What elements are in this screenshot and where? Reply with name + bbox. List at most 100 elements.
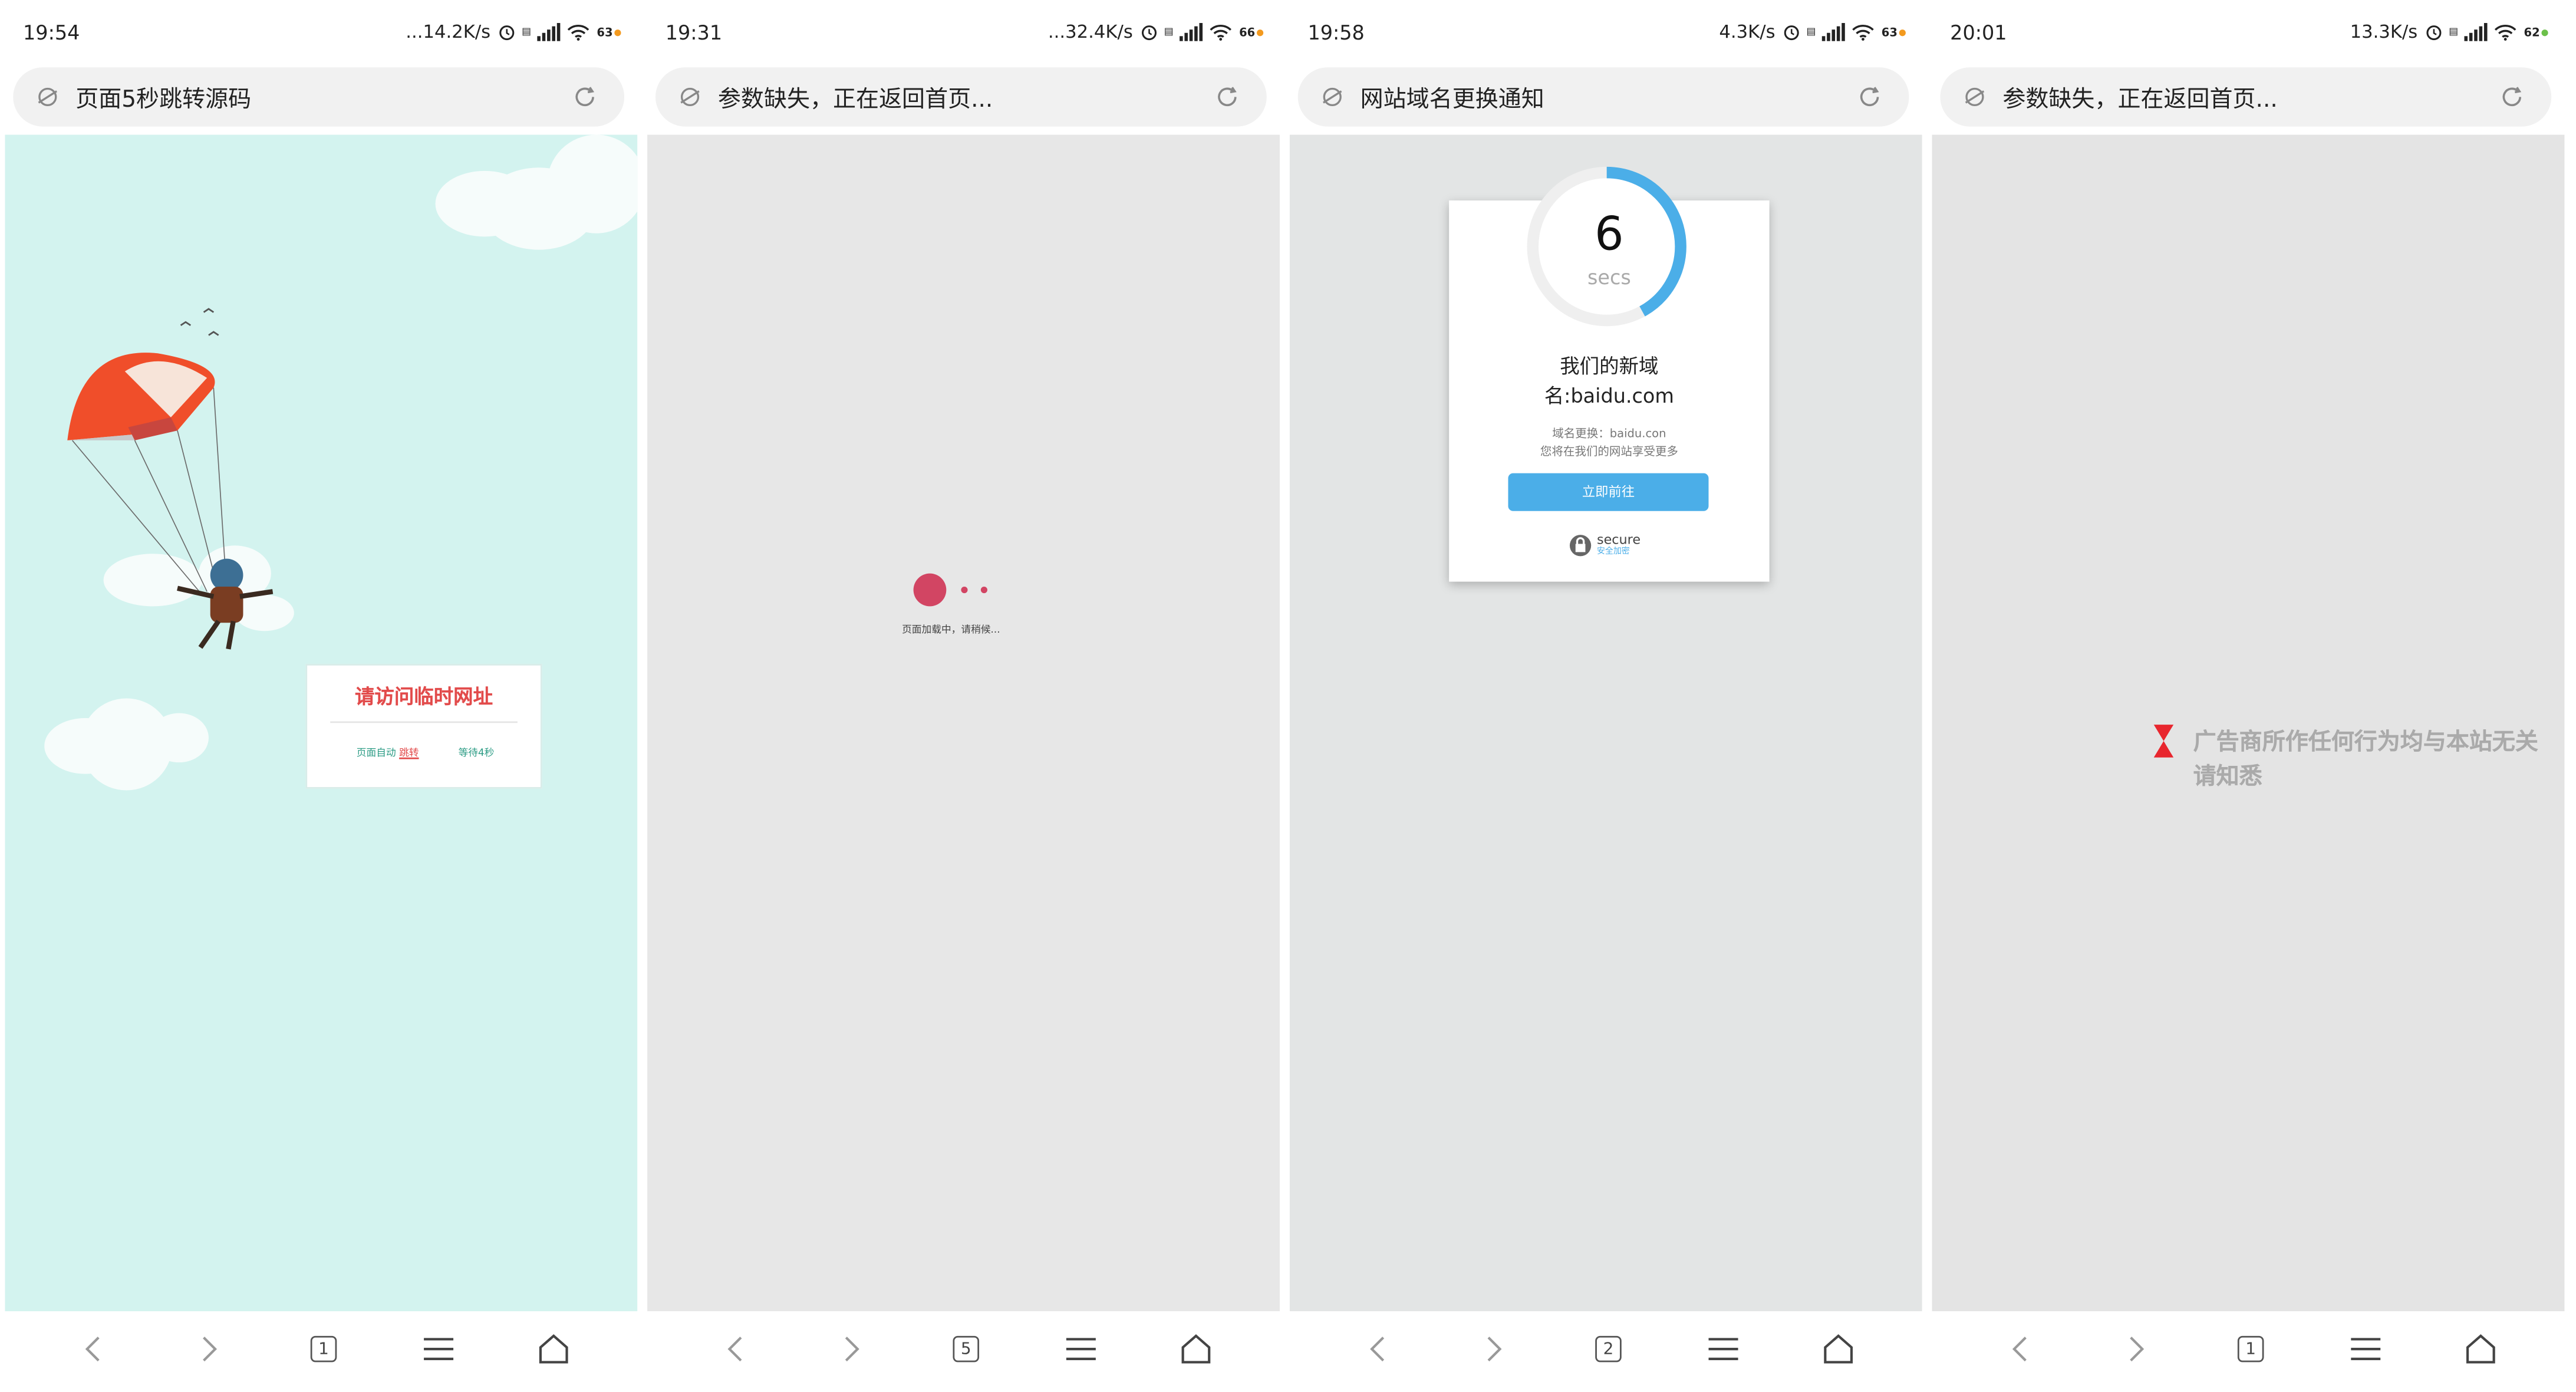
loading-text: 页面加载中，请稍候... <box>902 624 1000 636</box>
address-text: 页面5秒跳转源码 <box>75 87 252 114</box>
tabs-button[interactable]: 5 <box>945 1328 987 1370</box>
battery-icon: 66 <box>1239 25 1264 39</box>
auto-text: 页面自动 <box>356 748 396 759</box>
tabs-icon: 5 <box>953 1335 980 1363</box>
refresh-icon[interactable] <box>2499 84 2525 110</box>
status-bar: 19:54 ...14.2K/s ▤ 63 <box>0 0 637 65</box>
page-content: 6 secs 我们的新域 名:baidu.com 域名更换：baidu.con … <box>1289 134 1922 1312</box>
address-bar[interactable]: 参数缺失，正在返回首页... <box>1940 67 2552 127</box>
ad-disclaimer-line1: 广告商所作任何行为均与本站无关 <box>2193 729 2538 756</box>
tabs-button[interactable]: 1 <box>2229 1328 2272 1370</box>
signal-icon <box>2465 23 2488 41</box>
battery-level: 66 <box>1239 25 1256 39</box>
menu-button[interactable] <box>1702 1328 1744 1370</box>
alarm-icon <box>2426 25 2441 41</box>
home-button[interactable] <box>532 1328 575 1370</box>
bottom-nav: 5 <box>642 1311 1280 1392</box>
wait-text: 等待4秒 <box>458 748 495 759</box>
status-icons: ...14.2K/s ▤ 63 <box>406 21 621 42</box>
secure-badge: secure 安全加密 <box>1569 533 1641 557</box>
back-button[interactable] <box>73 1328 115 1370</box>
refresh-icon[interactable] <box>1214 84 1241 110</box>
battery-icon: 63 <box>1882 25 1906 38</box>
bottom-nav: 1 <box>0 1311 638 1392</box>
forward-icon <box>2130 1337 2145 1362</box>
menu-button[interactable] <box>417 1328 460 1370</box>
cloud <box>149 713 209 763</box>
jump-link[interactable]: 跳转 <box>399 748 419 759</box>
refresh-icon[interactable] <box>1856 84 1883 110</box>
forward-button[interactable] <box>187 1328 230 1370</box>
home-button[interactable] <box>1817 1328 1859 1370</box>
forward-button[interactable] <box>1472 1328 1514 1370</box>
forward-icon <box>203 1337 218 1362</box>
back-button[interactable] <box>1357 1328 1399 1370</box>
home-button[interactable] <box>1175 1328 1217 1370</box>
menu-icon <box>1708 1338 1738 1360</box>
page-content: 广告商所作任何行为均与本站无关 请知悉 <box>1932 134 2565 1312</box>
globe-icon <box>1965 87 1985 107</box>
network-speed: 4.3K/s <box>1719 21 1775 43</box>
alarm-icon <box>499 25 514 41</box>
signal-icon <box>1180 23 1203 41</box>
address-bar[interactable]: 网站域名更换通知 <box>1297 67 1909 127</box>
home-icon <box>2466 1334 2495 1364</box>
loading-dot-small <box>961 586 968 594</box>
phone-4: 20:01 13.3K/s ▤ 62 参数缺失，正在返回首页... 广告商所作任… <box>1927 0 2565 1392</box>
bottom-nav: 2 <box>1284 1311 1922 1392</box>
battery-level: 62 <box>2524 25 2540 39</box>
wifi-icon <box>1210 25 1232 41</box>
countdown-number: 6 <box>1595 207 1624 262</box>
forward-button[interactable] <box>2114 1328 2157 1370</box>
status-icons: ...32.4K/s ▤ 66 <box>1048 21 1264 42</box>
back-icon <box>85 1337 100 1362</box>
menu-icon <box>424 1338 454 1360</box>
status-time: 19:31 <box>665 21 723 45</box>
battery-level: 63 <box>597 25 613 39</box>
domain-change-text: 域名更换：baidu.con <box>1552 427 1666 440</box>
go-now-button[interactable]: 立即前往 <box>1508 473 1709 511</box>
forward-icon <box>845 1337 859 1362</box>
tabs-icon: 2 <box>1595 1335 1622 1363</box>
globe-icon <box>680 87 700 107</box>
ad-disclaimer: 广告商所作任何行为均与本站无关 请知悉 <box>2193 726 2538 795</box>
hourglass-icon <box>2153 725 2174 758</box>
address-bar[interactable]: 参数缺失，正在返回首页... <box>655 67 1267 127</box>
globe-icon <box>38 87 58 107</box>
back-button[interactable] <box>1999 1328 2042 1370</box>
status-time: 19:58 <box>1307 21 1365 45</box>
cloud <box>435 170 534 237</box>
forward-button[interactable] <box>829 1328 872 1370</box>
home-icon <box>539 1334 568 1364</box>
new-domain-line1: 我们的新域 <box>1560 354 1659 379</box>
countdown-unit: secs <box>1587 266 1631 289</box>
battery-icon: 63 <box>597 25 621 38</box>
screenshot-stage: 19:54 ...14.2K/s ▤ 63 页面5秒跳转源码 请访问临时网址 页… <box>0 0 2576 1392</box>
tabs-button[interactable]: 1 <box>302 1328 345 1370</box>
tabs-icon: 1 <box>310 1335 337 1363</box>
hd-signal-icon: ▤ <box>1164 25 1174 37</box>
wifi-icon <box>568 25 589 41</box>
menu-button[interactable] <box>2344 1328 2387 1370</box>
menu-icon <box>1066 1338 1096 1360</box>
hd-signal-icon: ▤ <box>1806 25 1816 37</box>
refresh-icon[interactable] <box>572 84 598 110</box>
menu-button[interactable] <box>1060 1328 1102 1370</box>
back-button[interactable] <box>714 1328 757 1370</box>
enjoy-text: 您将在我们的网站享受更多 <box>1540 445 1678 459</box>
address-bar[interactable]: 页面5秒跳转源码 <box>13 67 625 127</box>
secure-sub-label: 安全加密 <box>1596 547 1630 557</box>
wifi-icon <box>2495 25 2517 41</box>
address-text: 参数缺失，正在返回首页... <box>717 87 993 114</box>
home-icon <box>1824 1334 1853 1364</box>
home-icon <box>1181 1334 1211 1364</box>
home-button[interactable] <box>2459 1328 2502 1370</box>
notice-box: 请访问临时网址 页面自动 跳转 等待4秒 <box>305 663 542 789</box>
status-icons: 13.3K/s ▤ 62 <box>2350 21 2548 42</box>
status-bar: 19:31 ...32.4K/s ▤ 66 <box>643 0 1280 65</box>
domain-change-card: 6 secs 我们的新域 名:baidu.com 域名更换：baidu.con … <box>1449 166 1770 582</box>
alarm-icon <box>1783 25 1798 41</box>
back-icon <box>1370 1337 1385 1362</box>
status-time: 19:54 <box>23 21 80 45</box>
tabs-button[interactable]: 2 <box>1587 1328 1629 1370</box>
